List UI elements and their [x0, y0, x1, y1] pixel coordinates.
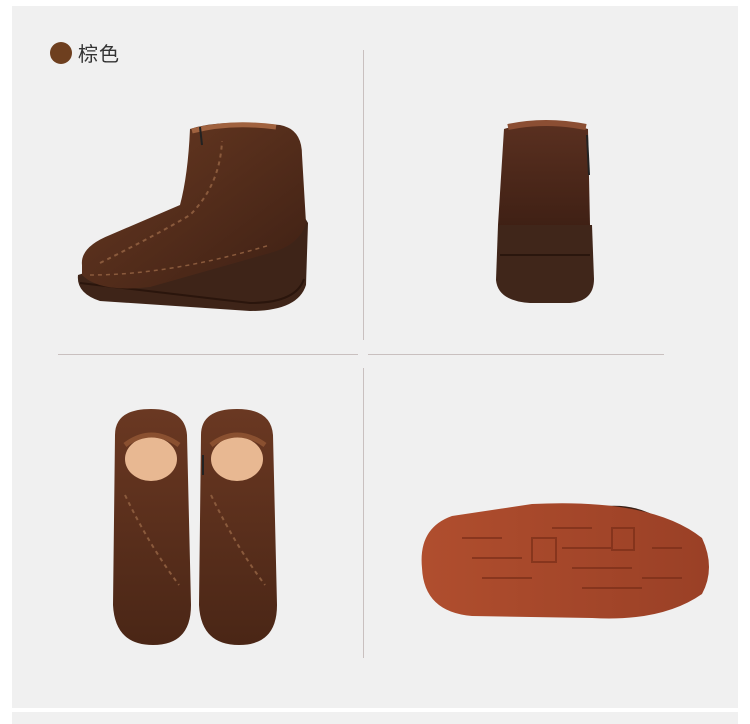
color-swatch-dot	[50, 41, 72, 64]
divider-horizontal-right	[368, 354, 664, 355]
boot-sole-image	[421, 503, 709, 619]
color-name-text: 棕色	[78, 42, 120, 66]
divider-vertical-top	[363, 50, 364, 340]
boots-top-pair-image	[113, 409, 277, 645]
divider-vertical-bottom	[363, 368, 364, 658]
color-option-label: 棕色	[50, 38, 120, 67]
bottom-strip	[12, 712, 738, 724]
divider-horizontal-left	[58, 354, 358, 355]
boot-side-image	[77, 122, 308, 311]
boot-back-image	[496, 120, 594, 303]
